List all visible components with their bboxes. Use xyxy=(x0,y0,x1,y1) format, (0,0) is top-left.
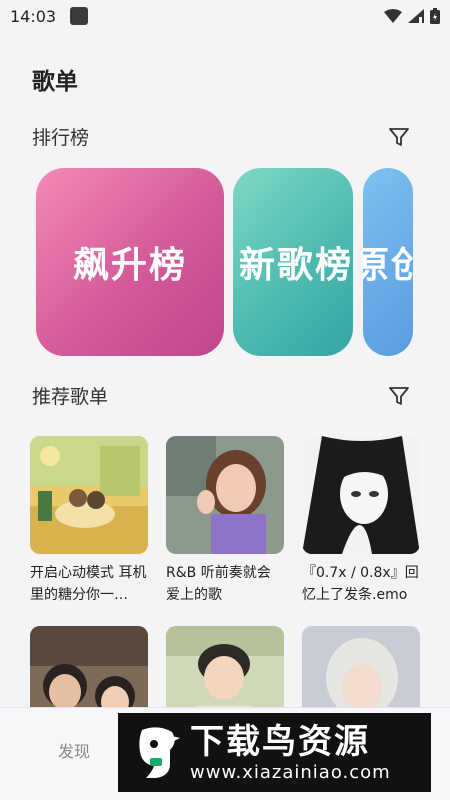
filter-icon[interactable] xyxy=(386,124,412,150)
filter-icon[interactable] xyxy=(386,383,412,409)
chart-card-label: 原创 xyxy=(363,245,413,286)
charts-section-title: 排行榜 xyxy=(32,127,90,149)
playlist-item[interactable]: R&B 听前奏就会爱上的歌 xyxy=(166,436,284,606)
chart-card-new-songs[interactable]: 新歌榜 xyxy=(233,168,353,356)
chart-card-label: 新歌榜 xyxy=(239,245,353,286)
nav-tab-discover[interactable]: 发现 xyxy=(58,738,90,762)
bird-logo-icon xyxy=(139,726,180,778)
watermark: 下载鸟资源 www.xiazainiao.com xyxy=(118,713,431,792)
chart-card-label: 飙升榜 xyxy=(72,245,187,286)
playlist-title: R&B 听前奏就会爱上的歌 xyxy=(166,565,271,603)
playlist-cover-image xyxy=(302,436,420,554)
wifi-icon xyxy=(384,9,402,23)
status-time: 14:03 xyxy=(10,6,57,26)
notification-icon xyxy=(70,7,89,25)
chart-card-original[interactable]: 原创 xyxy=(363,168,413,356)
status-bar: 14:03 xyxy=(0,0,450,32)
watermark-text: 下载鸟资源 www.xiazainiao.com xyxy=(190,722,391,784)
signal-icon xyxy=(408,9,424,23)
playlist-title: 『0.7x / 0.8x』回忆上了发条.emo xyxy=(302,565,419,603)
chart-card-soaring[interactable]: 飙升榜 xyxy=(36,168,224,356)
playlist-item[interactable]: 开启心动模式 耳机里的糖分你一… xyxy=(30,436,148,606)
recommend-section-header: 推荐歌单 xyxy=(32,382,412,409)
watermark-url: www.xiazainiao.com xyxy=(190,761,391,783)
page-title: 歌单 xyxy=(32,69,78,95)
recommend-section-title: 推荐歌单 xyxy=(32,386,109,408)
status-icons xyxy=(384,8,440,24)
playlist-title: 开启心动模式 耳机里的糖分你一… xyxy=(30,565,147,603)
playlist-cover-image xyxy=(30,436,148,554)
watermark-name: 下载鸟资源 xyxy=(190,721,370,762)
playlist-cover-image xyxy=(166,436,284,554)
chart-carousel[interactable]: 飙升榜 新歌榜 原创 xyxy=(36,168,414,356)
playlist-item[interactable]: 『0.7x / 0.8x』回忆上了发条.emo xyxy=(302,436,420,606)
battery-icon xyxy=(430,8,440,24)
charts-section-header: 排行榜 xyxy=(32,123,412,150)
